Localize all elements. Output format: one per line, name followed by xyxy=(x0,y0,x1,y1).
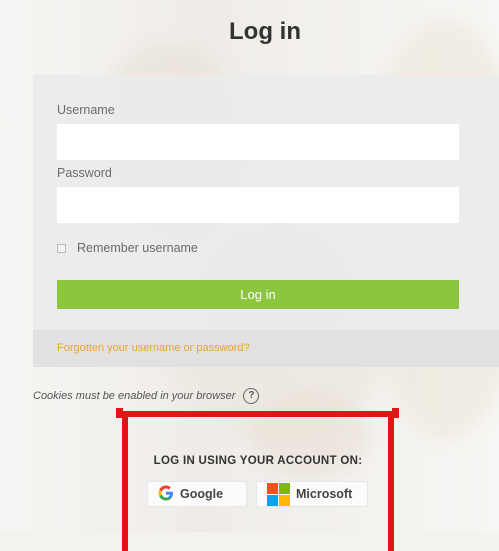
google-icon xyxy=(158,485,174,504)
username-label: Username xyxy=(57,103,115,117)
sso-heading: LOG IN USING YOUR ACCOUNT ON: xyxy=(153,455,363,467)
remember-username[interactable]: Remember username xyxy=(57,241,198,255)
forgot-password-link[interactable]: Forgotten your username or password? xyxy=(57,342,250,354)
password-label: Password xyxy=(57,166,112,180)
cookies-notice: Cookies must be enabled in your browser … xyxy=(33,388,260,404)
microsoft-label: Microsoft xyxy=(296,487,353,501)
google-login-button[interactable]: Google xyxy=(147,481,247,507)
microsoft-icon xyxy=(267,482,290,506)
page-title: Log in xyxy=(229,18,301,45)
password-input[interactable] xyxy=(57,187,459,223)
forgot-bar: Forgotten your username or password? xyxy=(33,330,499,367)
username-input[interactable] xyxy=(57,124,459,160)
cookies-text: Cookies must be enabled in your browser xyxy=(33,390,236,402)
google-label: Google xyxy=(180,487,224,501)
remember-checkbox[interactable] xyxy=(57,243,66,253)
remember-label: Remember username xyxy=(77,241,198,255)
login-button[interactable]: Log in xyxy=(57,280,459,309)
login-card: Username Password Remember username Log … xyxy=(33,75,499,367)
question-circle-icon[interactable]: ? xyxy=(243,388,260,404)
microsoft-login-button[interactable]: Microsoft xyxy=(256,481,368,507)
